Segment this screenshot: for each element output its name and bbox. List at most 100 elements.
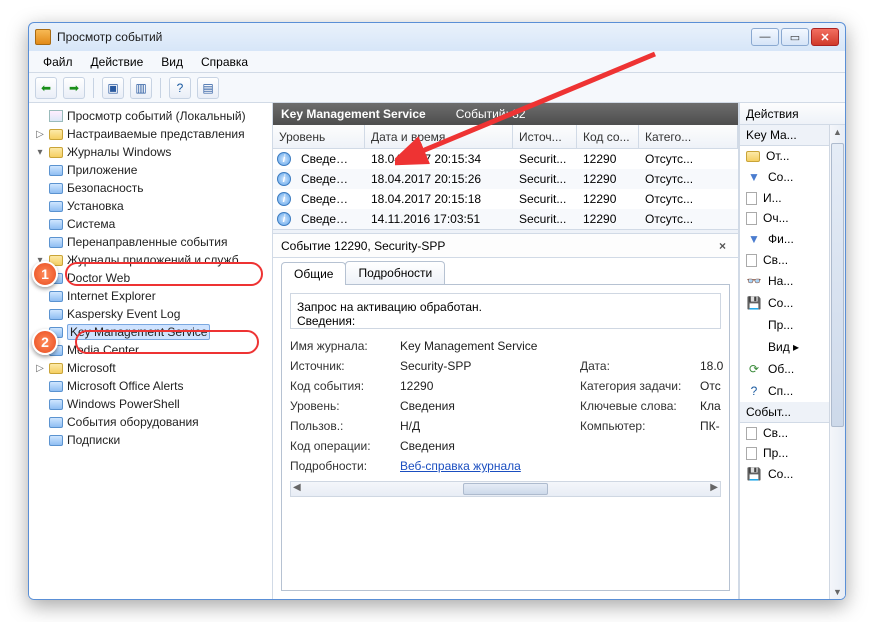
tree-hardware[interactable]: События оборудования	[67, 415, 199, 429]
annotation-badge-1: 1	[32, 261, 58, 287]
titlebar[interactable]: Просмотр событий	[29, 23, 845, 51]
minimize-button[interactable]	[751, 28, 779, 46]
action-label: Оч...	[763, 211, 789, 225]
tree-media[interactable]: Media Center	[67, 343, 139, 357]
action-label: Вид ▸	[768, 340, 799, 354]
funnel-icon: ▼	[746, 231, 762, 247]
action-label: Св...	[763, 426, 788, 440]
page-icon	[746, 212, 757, 225]
col-id[interactable]: Код со...	[577, 125, 639, 148]
toolbar-btn-3[interactable]: ▤	[197, 77, 219, 99]
menu-action[interactable]: Действие	[83, 53, 152, 71]
tree-ie[interactable]: Internet Explorer	[67, 289, 156, 303]
event-row[interactable]: iСведения 14.11.2016 17:03:51Securit...1…	[273, 209, 738, 229]
col-level[interactable]: Уровень	[273, 125, 365, 148]
page-icon	[746, 427, 757, 440]
forward-button[interactable]: ➡	[63, 77, 85, 99]
action-label: Со...	[768, 296, 793, 310]
action-label: Сп...	[768, 384, 793, 398]
tab-details[interactable]: Подробности	[345, 261, 445, 284]
app-icon	[35, 29, 51, 45]
tree-microsoft[interactable]: Microsoft	[67, 361, 116, 375]
tree-setup[interactable]: Установка	[67, 199, 124, 213]
col-source[interactable]: Источ...	[513, 125, 577, 148]
action-label: Со...	[768, 467, 793, 481]
event-row[interactable]: iСведения 18.04.2017 20:15:18Securit...1…	[273, 189, 738, 209]
col-category[interactable]: Катего...	[639, 125, 738, 148]
tree-kaspersky[interactable]: Kaspersky Event Log	[67, 307, 180, 321]
tree-application[interactable]: Приложение	[67, 163, 137, 177]
window-title: Просмотр событий	[57, 30, 162, 44]
event-row[interactable]: iСведения 18.04.2017 20:15:26Securit...1…	[273, 169, 738, 189]
help-button[interactable]: ?	[169, 77, 191, 99]
toolbar-btn-2[interactable]: ▥	[130, 77, 152, 99]
actions-scrollbar[interactable]	[829, 125, 845, 599]
event-properties: Имя журнала:Key Management Service Источ…	[290, 339, 721, 473]
tree-mso-alerts[interactable]: Microsoft Office Alerts	[67, 379, 183, 393]
info-icon: i	[277, 172, 291, 186]
action-label: И...	[763, 191, 782, 205]
tree-system[interactable]: Система	[67, 217, 115, 231]
page-icon	[746, 447, 757, 460]
main-content: Key Management Service Событий: 32 Урове…	[273, 103, 739, 599]
toolbar-btn-1[interactable]: ▣	[102, 77, 124, 99]
log-name: Key Management Service	[281, 107, 426, 121]
action-label: От...	[766, 149, 790, 163]
tree-security[interactable]: Безопасность	[67, 181, 144, 195]
horizontal-scrollbar[interactable]	[290, 481, 721, 497]
page-icon	[746, 192, 757, 205]
tree-root[interactable]: Просмотр событий (Локальный)	[67, 109, 246, 123]
event-list[interactable]: iСведения 18.04.2017 20:15:34Securit...1…	[273, 149, 738, 229]
action-label: Фи...	[768, 232, 794, 246]
event-viewer-window: Просмотр событий Файл Действие Вид Справ…	[28, 22, 846, 600]
menu-help[interactable]: Справка	[193, 53, 256, 71]
menu-view[interactable]: Вид	[153, 53, 191, 71]
tree-subscriptions[interactable]: Подписки	[67, 433, 120, 447]
blank-icon	[746, 317, 762, 333]
annotation-badge-2: 2	[32, 329, 58, 355]
folder-icon	[746, 151, 760, 162]
detail-body: Запрос на активацию обработан. Сведения:…	[281, 284, 730, 591]
page-icon	[746, 254, 757, 267]
actions-pane: Действия Key Ma...▴ От...▼Со...И...Оч...…	[739, 103, 845, 599]
blank-icon	[746, 339, 762, 355]
maximize-button[interactable]	[781, 28, 809, 46]
menubar: Файл Действие Вид Справка	[29, 51, 845, 73]
detail-title-bar: Событие 12290, Security-SPP ×	[273, 234, 738, 258]
navigation-tree[interactable]: Просмотр событий (Локальный) ▷Настраивае…	[29, 103, 273, 599]
web-help-link[interactable]: Веб-справка журнала	[400, 459, 521, 473]
toolbar: ⬅ ➡ ▣ ▥ ? ▤	[29, 73, 845, 103]
col-datetime[interactable]: Дата и время	[365, 125, 513, 148]
save-icon: 💾	[746, 295, 762, 311]
menu-file[interactable]: Файл	[35, 53, 81, 71]
event-row[interactable]: iСведения 18.04.2017 20:15:34Securit...1…	[273, 149, 738, 169]
back-button[interactable]: ⬅	[35, 77, 57, 99]
info-icon: i	[277, 192, 291, 206]
bino-icon: 👓	[746, 273, 762, 289]
action-label: Об...	[768, 362, 794, 376]
event-list-header: Уровень Дата и время Источ... Код со... …	[273, 125, 738, 149]
event-message: Запрос на активацию обработан. Сведения:	[290, 293, 721, 329]
gear-icon: ⟳	[746, 361, 762, 377]
tree-drweb[interactable]: Doctor Web	[67, 271, 130, 285]
action-label: Пр...	[768, 318, 793, 332]
action-label: Пр...	[763, 446, 788, 460]
info-icon: i	[277, 212, 291, 226]
tree-powershell[interactable]: Windows PowerShell	[67, 397, 180, 411]
action-label: На...	[768, 274, 793, 288]
action-label: Св...	[763, 253, 788, 267]
detail-close-button[interactable]: ×	[715, 239, 730, 253]
close-button[interactable]	[811, 28, 839, 46]
funnel-icon: ▼	[746, 169, 762, 185]
tree-forwarded[interactable]: Перенаправленные события	[67, 235, 227, 249]
q-icon: ?	[746, 383, 762, 399]
detail-tabs: Общие Подробности	[273, 258, 738, 284]
tree-windows-logs[interactable]: Журналы Windows	[67, 145, 171, 159]
log-header: Key Management Service Событий: 32	[273, 103, 738, 125]
tree-custom-views[interactable]: Настраиваемые представления	[67, 127, 245, 141]
tree-kms[interactable]: Key Management Service	[67, 324, 210, 340]
tree-app-service-logs[interactable]: Журналы приложений и служб	[67, 253, 239, 267]
tab-general[interactable]: Общие	[281, 262, 346, 285]
log-count: Событий: 32	[456, 107, 526, 121]
action-label: Со...	[768, 170, 793, 184]
